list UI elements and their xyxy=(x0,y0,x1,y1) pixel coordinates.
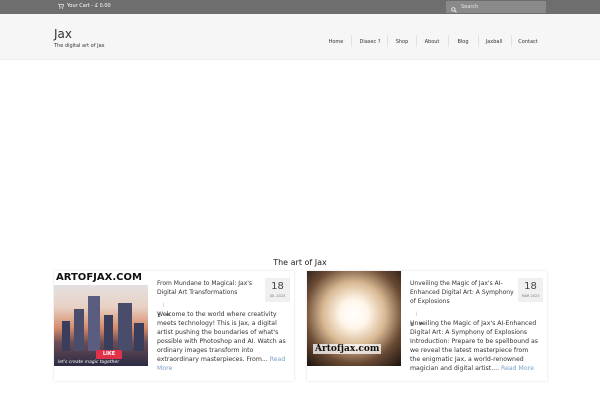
nav-blog[interactable]: Blog xyxy=(457,39,468,45)
read-more-link[interactable]: Read More xyxy=(501,365,534,372)
post-title[interactable]: Unveiling the Magic of Jax's AI-Enhanced… xyxy=(410,279,520,306)
site-title[interactable]: Jax xyxy=(54,27,72,41)
building-shape xyxy=(88,296,100,351)
post-excerpt: Unveiling the Magic of Jax's AI-Enhanced… xyxy=(410,319,540,373)
author-icon[interactable] xyxy=(410,311,414,326)
nav-diasec[interactable]: Diasec ? xyxy=(360,39,381,45)
post-excerpt: Welcome to the world where creativity me… xyxy=(157,310,287,373)
building-shape xyxy=(134,323,144,351)
section-title: The art of Jax xyxy=(273,258,327,267)
nav-divider xyxy=(416,35,417,47)
meta-separator: | xyxy=(163,301,165,307)
image-logo-text: ARTOFJAX.COM xyxy=(54,271,148,285)
post-body: Unveiling the Magic of Jax's AI-Enhanced… xyxy=(410,279,540,373)
nav-home[interactable]: Home xyxy=(329,39,344,45)
post-excerpt-text: Welcome to the world where creativity me… xyxy=(157,311,286,363)
post-title[interactable]: From Mundane to Magical: Jax's Digital A… xyxy=(157,279,267,297)
building-shape xyxy=(104,315,113,351)
building-shape xyxy=(62,321,70,351)
nav-divider xyxy=(351,35,352,47)
nav-jaxball[interactable]: Jaxball xyxy=(486,39,503,45)
post-meta: | xyxy=(157,301,287,317)
meta-separator: | xyxy=(416,310,418,316)
nav-contact[interactable]: Contact xyxy=(518,39,537,45)
image-caption: let's create magic together xyxy=(58,360,120,365)
building-shape xyxy=(118,303,132,351)
like-badge: LIKE xyxy=(96,350,122,359)
cart-link[interactable]: Your Cart - £ 0.00 xyxy=(58,3,111,9)
cart-icon xyxy=(58,3,64,9)
site-header: Jax The digital art of Jax Home Diasec ?… xyxy=(0,14,600,60)
post-meta: | xyxy=(410,310,540,326)
post-thumbnail[interactable]: Artofjax.com xyxy=(307,271,401,366)
nav-shop[interactable]: Shop xyxy=(396,39,409,45)
top-bar: Your Cart - £ 0.00 xyxy=(0,0,600,14)
site-tagline: The digital art of Jax xyxy=(54,43,105,49)
nav-divider xyxy=(478,35,479,47)
image-logo-text: Artofjax.com xyxy=(313,344,382,354)
nav-about[interactable]: About xyxy=(425,39,440,45)
post-body: From Mundane to Magical: Jax's Digital A… xyxy=(157,279,287,373)
author-icon[interactable] xyxy=(157,302,161,317)
hero-area xyxy=(0,60,600,256)
cart-label: Your Cart - £ 0.00 xyxy=(67,3,111,9)
search-input[interactable] xyxy=(461,4,541,10)
nav-divider xyxy=(511,35,512,47)
building-shape xyxy=(74,309,84,351)
comments-icon[interactable] xyxy=(166,302,171,317)
search-box[interactable] xyxy=(446,1,546,13)
nav-divider xyxy=(387,35,388,47)
post-card: ARTOFJAX.COM LIKE let's create magic tog… xyxy=(54,271,294,381)
nav-divider xyxy=(448,35,449,47)
post-card: Artofjax.com 18 MAR 2023 Unveiling the M… xyxy=(307,271,547,381)
post-thumbnail[interactable]: ARTOFJAX.COM LIKE let's create magic tog… xyxy=(54,271,148,366)
comments-icon[interactable] xyxy=(419,311,424,326)
